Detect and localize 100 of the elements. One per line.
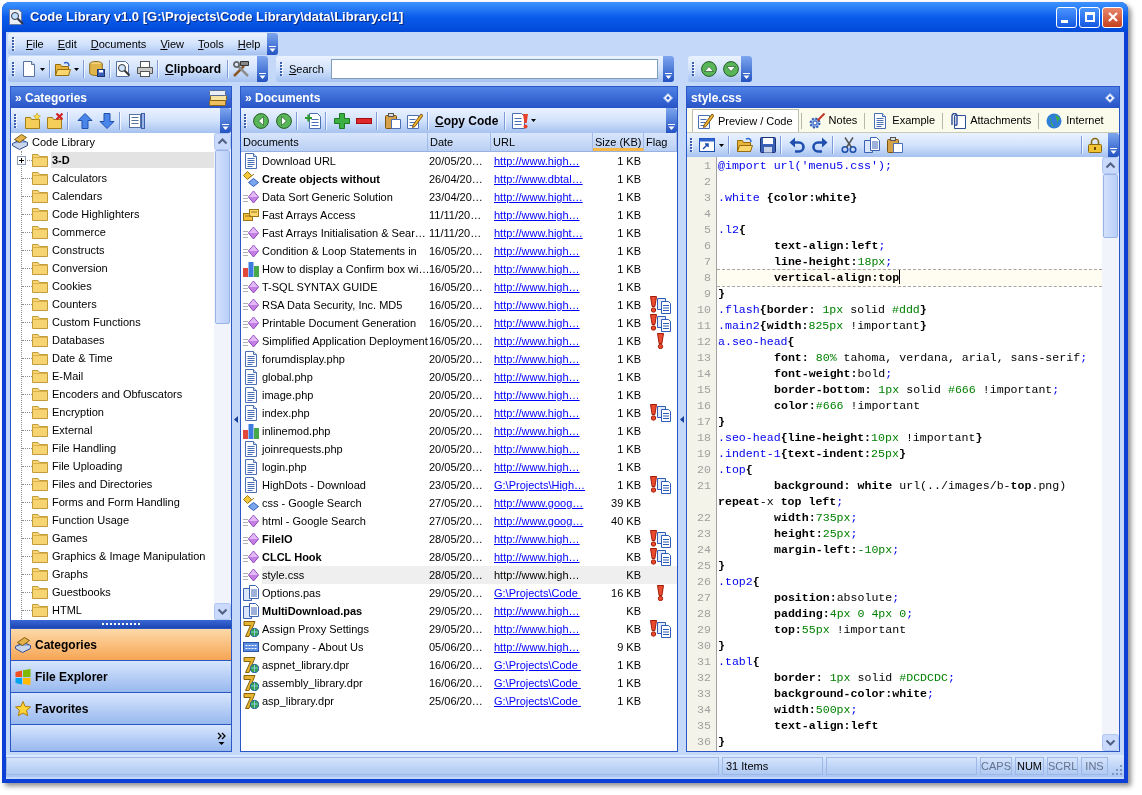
scroll-up-button[interactable] xyxy=(214,133,231,150)
url-link[interactable]: http://www.high… xyxy=(491,566,593,584)
document-title[interactable]: html - Google Search xyxy=(262,512,428,530)
document-title[interactable]: CLCL Hook xyxy=(262,548,428,566)
document-title[interactable]: inlinemod.php xyxy=(262,422,428,440)
document-title[interactable]: Printable Document Generation xyxy=(262,314,428,332)
scroll-up-button[interactable] xyxy=(1102,157,1119,174)
document-title[interactable]: How to display a Confirm box wi… xyxy=(262,260,428,278)
books-icon[interactable] xyxy=(209,89,227,106)
toolbar-options-button[interactable] xyxy=(220,108,231,133)
plus-icon[interactable] xyxy=(334,112,350,129)
print-preview-icon[interactable] xyxy=(115,61,131,77)
url-link[interactable]: http://www.hight… xyxy=(491,188,593,206)
minimize-button[interactable] xyxy=(1056,6,1077,28)
url-link[interactable]: http://www.high… xyxy=(491,350,593,368)
document-title[interactable]: login.php xyxy=(262,458,428,476)
delete-folder-icon[interactable] xyxy=(47,112,63,129)
document-title[interactable]: Assign Proxy Settings xyxy=(262,620,428,638)
url-link[interactable]: http://www.high… xyxy=(491,314,593,332)
url-link[interactable]: http://www.high… xyxy=(491,368,593,386)
up-circle-icon[interactable] xyxy=(701,61,717,77)
tab[interactable]: Internet xyxy=(1041,109,1109,132)
scroll-down-button[interactable] xyxy=(1102,734,1119,751)
lock-icon[interactable] xyxy=(1087,137,1103,153)
url-link[interactable]: G:\Projects\Code xyxy=(491,674,593,692)
toolbar-options-button[interactable] xyxy=(267,33,279,55)
url-link[interactable]: http://www.high… xyxy=(491,422,593,440)
document-title[interactable]: Download URL xyxy=(262,152,428,170)
arrow-up-icon[interactable] xyxy=(77,112,93,129)
document-title[interactable]: index.php xyxy=(262,404,428,422)
tree-item[interactable]: Calendars xyxy=(51,188,104,204)
url-link[interactable]: http://www.high… xyxy=(491,638,593,656)
scroll-thumb[interactable] xyxy=(215,150,230,324)
document-title[interactable]: aspnet_library.dpr xyxy=(262,656,428,674)
column-header[interactable]: Date xyxy=(428,133,491,151)
toolbar-options-button[interactable] xyxy=(663,56,674,82)
dropdown-arrow-icon[interactable] xyxy=(40,67,45,71)
url-link[interactable]: http://www.hight… xyxy=(491,224,593,242)
document-title[interactable]: forumdisplay.php xyxy=(262,350,428,368)
window-icon[interactable] xyxy=(699,137,715,153)
url-link[interactable]: http://www.high… xyxy=(491,620,593,638)
tree-item[interactable]: Code Highlighters xyxy=(51,206,141,222)
url-link[interactable]: G:\Projects\High… xyxy=(491,476,593,494)
splitter-handle[interactable] xyxy=(11,620,231,628)
tree-item[interactable]: Date & Time xyxy=(51,350,114,366)
url-link[interactable]: http://www.high… xyxy=(491,206,593,224)
tab[interactable]: Example xyxy=(867,109,941,132)
url-link[interactable]: http://www.goog… xyxy=(491,494,593,512)
url-link[interactable]: http://www.high… xyxy=(491,152,593,170)
column-header[interactable]: URL xyxy=(491,133,593,151)
tree-item[interactable]: Function Usage xyxy=(51,512,131,528)
tree-item[interactable]: File Handling xyxy=(51,440,118,456)
outlook-bar-button[interactable]: Favorites xyxy=(11,692,231,724)
printer-icon[interactable] xyxy=(137,61,153,77)
column-header[interactable]: Documents xyxy=(241,133,428,151)
document-title[interactable]: Simplified Application Deployment xyxy=(262,332,428,350)
grip-icon[interactable] xyxy=(692,62,695,76)
url-link[interactable]: http://www.high… xyxy=(491,530,593,548)
redo-icon[interactable] xyxy=(812,137,828,153)
clipboard-button[interactable]: Clipboard xyxy=(163,60,223,78)
toolbar-options-button[interactable] xyxy=(741,56,752,82)
resize-grip-icon[interactable] xyxy=(1111,765,1122,775)
tab[interactable]: Notes xyxy=(803,109,863,132)
grip-icon[interactable] xyxy=(12,37,15,51)
tree-item[interactable]: 3-D xyxy=(51,152,214,168)
grip-icon[interactable] xyxy=(690,138,693,152)
tree-item[interactable]: Files and Directories xyxy=(51,476,154,492)
url-link[interactable]: http://www.high… xyxy=(491,260,593,278)
grip-icon[interactable] xyxy=(14,113,17,128)
toolbar-options-button[interactable] xyxy=(1108,133,1119,157)
menu-item[interactable]: View xyxy=(153,34,192,54)
url-link[interactable]: http://www.high… xyxy=(491,296,593,314)
tree-item[interactable]: Constructs xyxy=(51,242,106,258)
menu-item[interactable]: Documents xyxy=(83,34,154,54)
document-title[interactable]: css - Google Search xyxy=(262,494,428,512)
tab[interactable]: Preview / Code xyxy=(692,109,799,132)
tree-item[interactable]: Cookies xyxy=(51,278,93,294)
tree-item[interactable]: Conversion xyxy=(51,260,109,276)
document-title[interactable]: Options.pas xyxy=(262,584,428,602)
chevron-menu-icon[interactable] xyxy=(217,731,226,745)
grip-icon[interactable] xyxy=(244,113,247,128)
document-title[interactable]: Create objects without xyxy=(262,170,428,188)
url-link[interactable]: http://www.high… xyxy=(491,242,593,260)
url-link[interactable]: G:\Projects\Code xyxy=(491,656,593,674)
document-title[interactable]: RSA Data Security, Inc. MD5 xyxy=(262,296,428,314)
tree-item[interactable]: Calculators xyxy=(51,170,109,186)
url-link[interactable]: http://www.high… xyxy=(491,404,593,422)
copy-code-button[interactable]: Copy Code xyxy=(433,111,501,130)
tree-item[interactable]: Graphics & Image Manipulation xyxy=(51,548,207,564)
scroll-down-button[interactable] xyxy=(214,603,231,620)
down-circle-icon[interactable] xyxy=(723,61,739,77)
url-link[interactable]: http://www.high… xyxy=(491,332,593,350)
diamond-icon[interactable] xyxy=(663,92,673,103)
document-title[interactable]: Fast Arrays Access xyxy=(262,206,428,224)
menu-item[interactable]: File xyxy=(19,34,51,54)
paste-icon[interactable] xyxy=(887,137,903,153)
tree-item[interactable]: Graphs xyxy=(51,566,90,582)
tree-item[interactable]: Guestbooks xyxy=(51,584,112,600)
arrow-down-icon[interactable] xyxy=(99,112,115,129)
dropdown-arrow-icon[interactable] xyxy=(74,67,79,71)
